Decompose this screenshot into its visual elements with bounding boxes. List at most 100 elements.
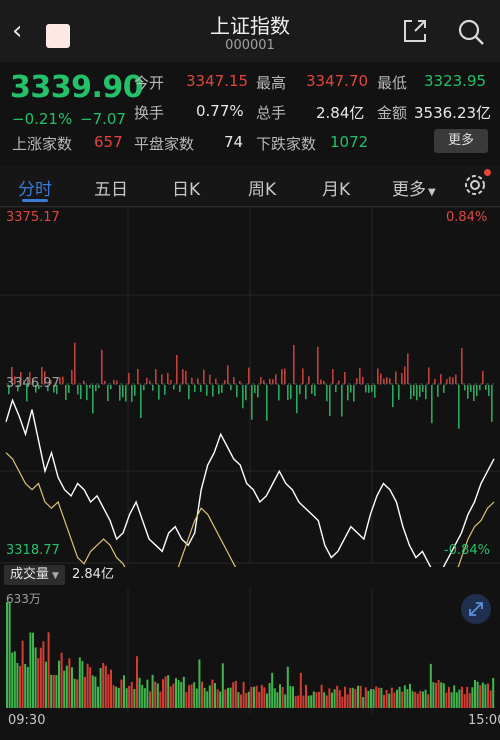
search-icon[interactable] [456, 17, 486, 47]
breadth-bar-up [455, 374, 457, 384]
breadth-bar-down [122, 385, 124, 398]
volume-bar-down [380, 688, 383, 708]
breadth-bar-down [329, 385, 331, 416]
volume-bar-down [138, 677, 141, 708]
volume-bar-up [188, 685, 190, 708]
share-icon[interactable] [402, 18, 428, 44]
volume-bar-down [370, 688, 372, 708]
volume-bar-up [383, 694, 385, 708]
breadth-bar-up [71, 370, 73, 384]
breadth-bar-down [212, 385, 214, 397]
breadth-bar-down [314, 385, 316, 397]
volume-bar-up [338, 690, 341, 708]
tab-more[interactable]: 更多 ▼ [392, 175, 436, 200]
volume-bar-up [437, 679, 440, 708]
breadth-bar-down [173, 385, 175, 390]
breadth-bar-down [488, 385, 490, 396]
volume-bar-up [375, 686, 378, 708]
breadth-bar-up [215, 378, 217, 384]
breadth-bar-up [167, 372, 169, 384]
volume-bar-up [107, 674, 110, 708]
volume-bar-down [143, 688, 146, 708]
volume-bar-down [372, 689, 375, 708]
volume-bar-down [406, 689, 409, 708]
breadth-bar-down [143, 385, 145, 391]
breadth-bar-up [482, 370, 484, 384]
volume-bar-up [240, 694, 242, 708]
breadth-bar-up [449, 376, 451, 384]
breadth-bar-down [188, 385, 190, 400]
breadth-bar-down [485, 385, 487, 390]
breadth-bar-down [92, 385, 94, 414]
unchanged-label: 平盘家数 [134, 135, 195, 153]
breadth-bar-up [389, 378, 391, 384]
breadth-bar-up [293, 345, 295, 384]
volume-max-label: 633万 [6, 592, 41, 606]
volume-bar-up [445, 692, 448, 708]
tab-monthly-k[interactable]: 月K [322, 175, 350, 200]
volume-bar-up [216, 689, 219, 708]
active-tab-indicator [22, 199, 48, 202]
tab-daily-k[interactable]: 日K [172, 175, 200, 200]
breadth-bar-down [374, 385, 376, 398]
tab-weekly-k[interactable]: 周K [248, 175, 276, 200]
volume-bar-up [263, 687, 266, 708]
breadth-bar-up [401, 372, 403, 384]
tab-five-day[interactable]: 五日 [94, 175, 128, 200]
more-stats-button[interactable]: 更多 [434, 129, 488, 153]
volume-bar-down [476, 681, 479, 708]
breadth-bar-up [308, 376, 310, 384]
volume-bar-down [141, 684, 144, 708]
intraday-chart[interactable] [0, 207, 500, 567]
volume-bar-down [276, 692, 279, 708]
volume-bar-down [94, 676, 97, 708]
breadth-bar-down [221, 385, 223, 393]
volume-bar-up [427, 694, 430, 708]
breadth-bar-up [377, 368, 379, 384]
breadth-bar-down [479, 385, 481, 391]
tab-intraday[interactable]: 分时 [18, 175, 52, 200]
volume-bar-up [136, 656, 138, 708]
volume-bar-down [247, 691, 250, 708]
breadth-bar-down [326, 385, 328, 402]
stat-turnover-label: 换手 [134, 104, 165, 122]
pct-min-label: -0.84% [444, 543, 490, 558]
volume-bar-up [336, 685, 339, 708]
volume-bar-up [242, 681, 245, 708]
volume-bar-up [260, 684, 263, 708]
volume-bar-down [333, 689, 336, 708]
volume-bar-down [151, 674, 154, 708]
stat-high-label: 最高 [256, 74, 287, 92]
breadth-bar-down [416, 385, 418, 401]
gear-icon[interactable] [462, 172, 488, 198]
stat-low-label: 最低 [377, 74, 408, 92]
breadth-bar-up [404, 366, 406, 384]
volume-bar-up [190, 684, 193, 708]
dropdown-caret-icon: ▼ [52, 571, 59, 581]
volume-bar-up [354, 689, 357, 708]
stat-high-value: 3347.70 [306, 72, 369, 90]
breadth-bar-down [194, 385, 196, 392]
volume-bar-down [429, 663, 432, 708]
volume-bar-up [435, 683, 437, 708]
volume-bar-down [13, 651, 16, 708]
breadth-bar-down [245, 385, 247, 401]
volume-bar-down [284, 694, 287, 708]
volume-bar-down [307, 695, 310, 708]
volume-bar-up [162, 679, 164, 708]
breadth-bar-down [365, 385, 367, 393]
expand-icon[interactable] [461, 594, 491, 624]
volume-selector[interactable]: 成交量 ▼ [4, 565, 65, 585]
breadth-bar-up [362, 377, 364, 384]
volume-bar-up [325, 695, 328, 708]
breadth-bar-down [236, 385, 238, 398]
volume-bar-up [42, 641, 45, 708]
breadth-bar-down [278, 385, 280, 401]
volume-bar-down [268, 683, 271, 708]
volume-chart[interactable] [0, 588, 500, 714]
breadth-bar-down [152, 385, 154, 391]
change-amount: −7.07 [80, 110, 126, 128]
breadth-bar-up [395, 371, 397, 384]
breadth-bar-up [227, 365, 229, 384]
volume-bar-down [266, 693, 268, 708]
